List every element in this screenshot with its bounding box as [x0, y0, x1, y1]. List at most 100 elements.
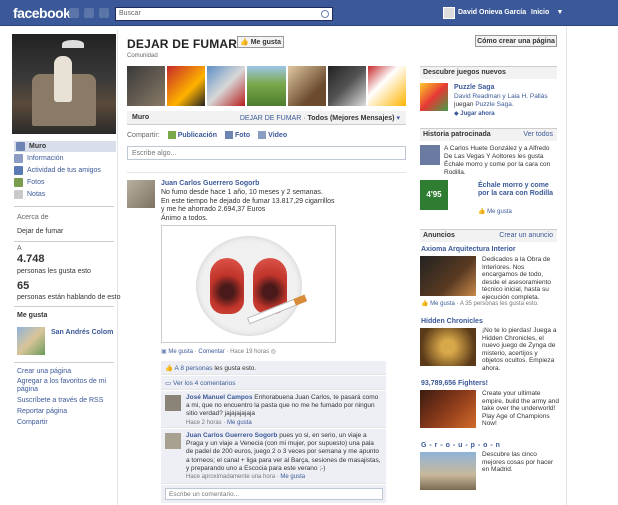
notifications-icon[interactable]: [99, 8, 109, 18]
page-category: Comunidad: [127, 53, 158, 59]
comment-like-link[interactable]: Me gusta: [227, 420, 252, 426]
ad-title-link[interactable]: G - r - o - u - p - o - n: [421, 442, 500, 449]
divider: [14, 206, 114, 207]
profile-picture[interactable]: [12, 34, 116, 134]
likes-label: personas les gusta esto: [17, 268, 91, 275]
filter-prefix: DEJAR DE FUMAR ·: [239, 115, 306, 122]
photo-thumbnail[interactable]: [287, 66, 326, 106]
likes-section-title: Me gusta: [17, 312, 48, 319]
liked-page-link[interactable]: San Andrés Colom: [51, 329, 113, 336]
comment-timestamp[interactable]: Hace aproximadamente una hora: [186, 474, 275, 480]
photo-thumbnail[interactable]: [327, 66, 366, 106]
see-all-link[interactable]: Ver todos: [523, 131, 553, 138]
comment-body: Juan Carlos Guerrero Sogorb pues yo si, …: [186, 432, 382, 481]
sidebar-item-label: Información: [27, 155, 64, 162]
post-comment-link[interactable]: Comentar: [198, 349, 224, 355]
ad-image[interactable]: [420, 452, 476, 490]
photo-thumbnail[interactable]: [207, 66, 246, 106]
comment-input[interactable]: Escribe un comentario...: [165, 488, 383, 500]
wall-filter-dropdown[interactable]: DEJAR DE FUMAR · Todos (Mejores Mensajes…: [240, 114, 400, 122]
thumbs-up-icon: 👍: [478, 209, 486, 215]
photo-thumbnail[interactable]: [367, 66, 406, 106]
comment-author-link[interactable]: José Manuel Campos: [186, 394, 252, 401]
report-page-link[interactable]: Reportar página: [17, 408, 67, 415]
share-post-option[interactable]: Publicación: [167, 131, 217, 139]
likes-count-link[interactable]: A 8 personas: [175, 365, 213, 372]
comment-like-link[interactable]: Me gusta: [280, 474, 305, 480]
share-page-link[interactable]: Compartir: [17, 419, 48, 426]
account-menu-icon[interactable]: ▼: [554, 7, 566, 19]
post-likes-summary: 👍 A 8 personas les gusta esto.: [161, 361, 386, 375]
page-title: DEJAR DE FUMAR: [127, 37, 238, 51]
game-friends-link[interactable]: David Readman y Laia H. Pallás: [454, 93, 548, 100]
ad-image[interactable]: [420, 256, 476, 296]
ad-title-link[interactable]: Hidden Chronicles: [421, 318, 483, 325]
create-ad-link[interactable]: Crear un anuncio: [499, 232, 553, 239]
messages-icon[interactable]: [84, 8, 94, 18]
post-author-avatar[interactable]: [127, 180, 155, 208]
rss-link[interactable]: Suscríbete a través de RSS: [17, 397, 103, 404]
user-name-link[interactable]: David Onieva García: [458, 9, 526, 16]
tab-wall[interactable]: Muro: [132, 114, 149, 121]
create-page-button[interactable]: Cómo crear una página: [475, 35, 557, 47]
view-comments-label: Ver los 4 comentarios: [172, 380, 236, 387]
comment-author-avatar[interactable]: [165, 395, 181, 411]
like-page-button[interactable]: 👍 Me gusta: [237, 36, 284, 48]
photo-thumbnail[interactable]: [247, 66, 286, 106]
talking-label: personas están hablando de esto: [17, 294, 121, 301]
search-icon[interactable]: [321, 10, 329, 18]
sidebar-item-photos[interactable]: Fotos: [14, 178, 45, 187]
add-to-favorites-link[interactable]: Agregar a los favoritos de mi página: [17, 378, 107, 394]
sponsored-ad-title[interactable]: Échale morro y come por la cara con Rodi…: [478, 182, 558, 198]
sidebar-item-wall[interactable]: Muro: [14, 141, 116, 152]
search-input[interactable]: Buscar: [115, 7, 333, 21]
post-timestamp[interactable]: Hace 19 horas: [230, 349, 269, 355]
photo-thumbnail[interactable]: [167, 66, 206, 106]
comment-author-avatar[interactable]: [165, 433, 181, 449]
comment-timestamp[interactable]: Hace 2 horas: [186, 420, 222, 426]
game-thumbnail[interactable]: [420, 83, 448, 111]
post-like-link[interactable]: Me gusta: [168, 349, 193, 355]
sidebar-item-info[interactable]: Información: [14, 154, 64, 163]
sponsored-friend-avatar[interactable]: [420, 145, 440, 165]
sponsored-ad-image[interactable]: 4'95: [420, 180, 448, 210]
ad-image[interactable]: [420, 328, 476, 366]
home-link[interactable]: Inicio: [531, 9, 549, 16]
comment-author-link[interactable]: Juan Carlos Guerrero Sogorb: [186, 432, 277, 439]
notes-icon: [14, 190, 23, 199]
sidebar-item-friends-activity[interactable]: Actividad de tus amigos: [14, 166, 101, 175]
cigarette-filter-shape: [293, 294, 308, 306]
sponsored-story-text: A Carlos Huete González y a Alfredo De L…: [444, 145, 551, 176]
play-now-link[interactable]: ◆ Jugar ahora: [454, 110, 495, 117]
share-video-option[interactable]: Video: [258, 131, 287, 139]
ad-image[interactable]: [420, 390, 476, 428]
view-all-comments-link[interactable]: ▭ Ver los 4 comentarios: [161, 376, 386, 390]
post-image[interactable]: [161, 225, 336, 343]
gamepad-icon: ◆: [454, 111, 459, 117]
sidebar-item-notes[interactable]: Notas: [14, 190, 45, 199]
ad-like-link[interactable]: Me gusta: [430, 301, 455, 307]
likes-count: 4.748: [17, 253, 45, 265]
game-name-link[interactable]: Puzzle Saga.: [475, 101, 513, 108]
ad-title-link[interactable]: 93,789,656 Fighters!: [421, 380, 488, 387]
lungs-illustration: [196, 236, 308, 336]
ad-title-link[interactable]: Axioma Arquitectura Interior: [421, 246, 516, 253]
ad-text: Descubre las cinco mejores cosas por hac…: [482, 451, 554, 474]
status-composer-input[interactable]: Escribe algo...: [127, 146, 406, 160]
liked-page-thumbnail[interactable]: [17, 327, 45, 355]
game-title-link[interactable]: Puzzle Saga: [454, 84, 494, 91]
about-title: Acerca de: [17, 214, 49, 221]
comment-item: José Manuel Campos Enhorabuena Juan Carl…: [161, 391, 386, 428]
share-photo-option[interactable]: Foto: [224, 131, 250, 139]
user-avatar[interactable]: [443, 7, 455, 19]
divider: [14, 306, 114, 307]
sidebar-item-label: Actividad de tus amigos: [27, 167, 101, 174]
sponsored-like-link[interactable]: 👍 Me gusta: [478, 208, 512, 215]
create-page-link[interactable]: Crear una página: [17, 368, 71, 375]
ad-like-count: A 35 personas les gusta esto.: [459, 301, 539, 307]
post-author-link[interactable]: Juan Carlos Guerrero Sogorb: [161, 180, 259, 187]
left-column-divider: [117, 30, 118, 505]
facebook-logo[interactable]: facebook: [13, 5, 71, 21]
friend-requests-icon[interactable]: [69, 8, 79, 18]
photo-thumbnail[interactable]: [127, 66, 166, 106]
